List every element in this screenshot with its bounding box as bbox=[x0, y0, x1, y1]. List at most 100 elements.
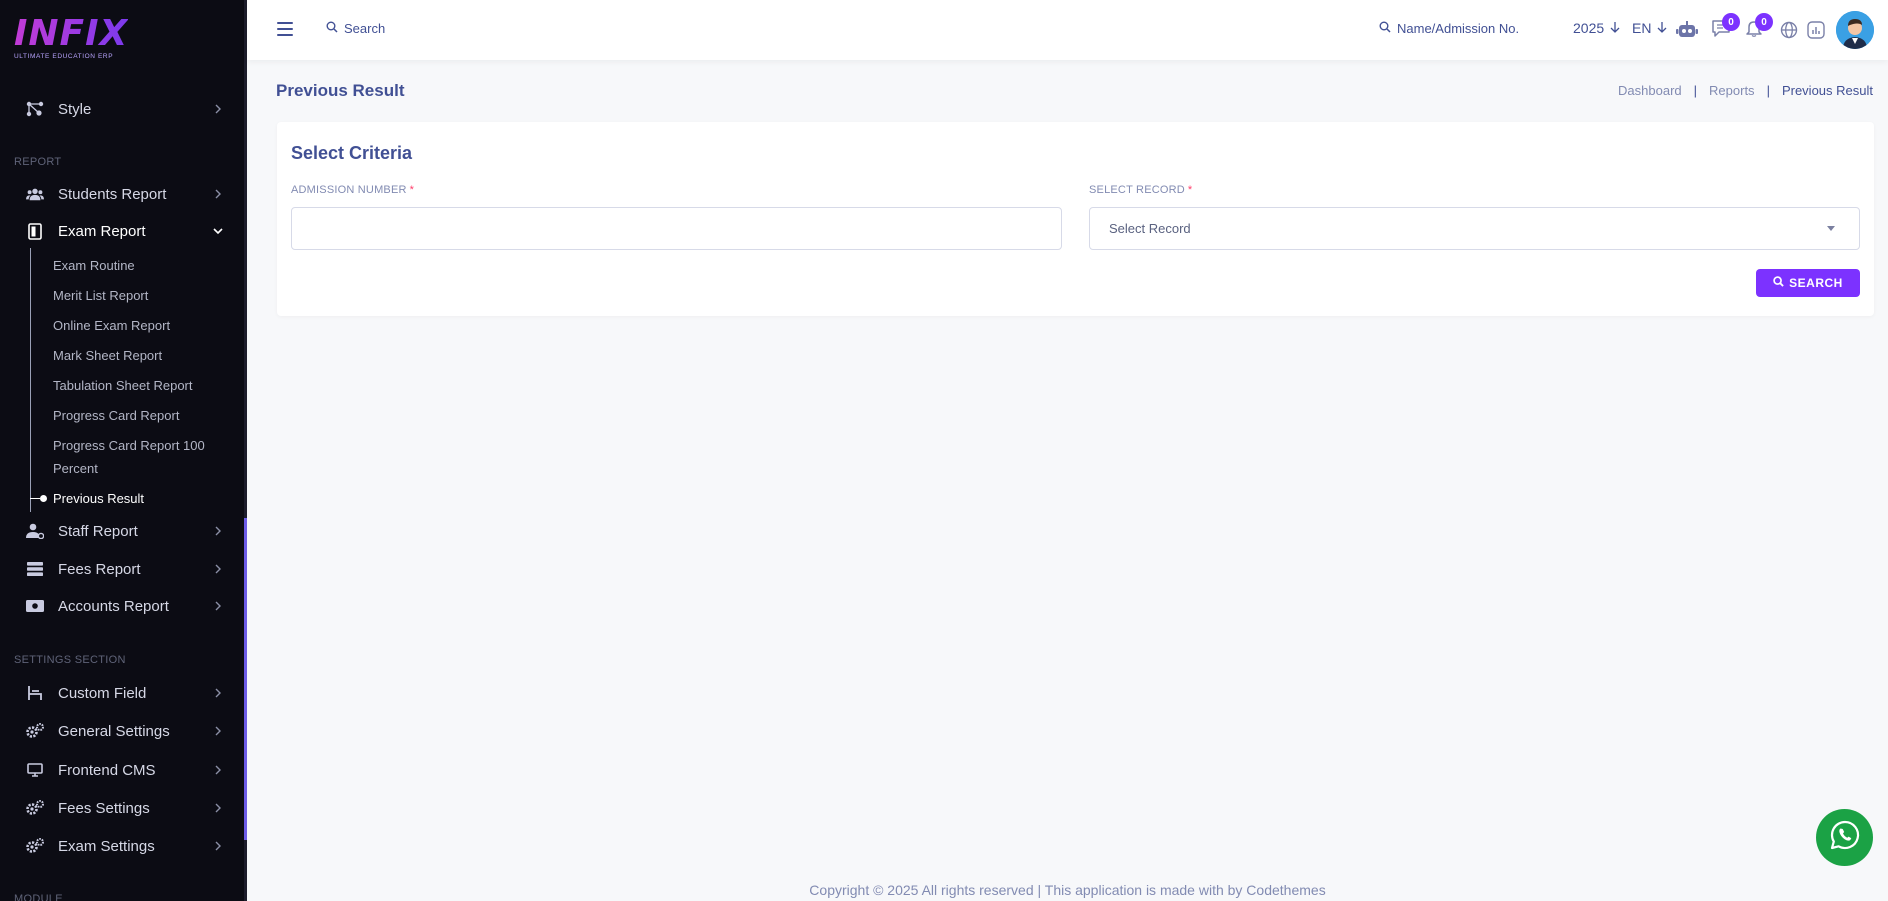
money-icon bbox=[26, 597, 44, 615]
robot-icon[interactable] bbox=[1676, 19, 1698, 41]
student-search[interactable]: Name/Admission No. bbox=[1379, 21, 1519, 36]
select-record-dropdown[interactable]: Select Record bbox=[1089, 207, 1860, 250]
sidebar-item-label: Fees Report bbox=[58, 560, 141, 578]
sidebar-item-label: Staff Report bbox=[58, 522, 138, 540]
sidebar-item-custom-field[interactable]: Custom Field bbox=[0, 678, 244, 708]
desktop-icon bbox=[26, 761, 44, 779]
submenu-item-progress-card-report-100[interactable]: Progress Card Report 100 Percent bbox=[53, 434, 218, 480]
sidebar-item-label: Style bbox=[58, 100, 92, 118]
year-value: 2025 bbox=[1573, 20, 1605, 36]
section-title-module: MODULE bbox=[14, 893, 63, 901]
search-icon bbox=[326, 21, 338, 36]
breadcrumb: Dashboard | Reports | Previous Result bbox=[1618, 83, 1873, 98]
sidebar-item-label: Frontend CMS bbox=[58, 761, 156, 779]
book-icon bbox=[26, 222, 44, 240]
brand-logo[interactable]: INFIX ULTIMATE EDUCATION ERP bbox=[14, 16, 128, 61]
select-record-placeholder: Select Record bbox=[1109, 221, 1191, 236]
sidebar: INFIX ULTIMATE EDUCATION ERP Style REPOR… bbox=[0, 0, 247, 901]
whatsapp-button[interactable] bbox=[1816, 809, 1873, 866]
chevron-right-icon bbox=[212, 687, 224, 699]
sidebar-item-general-settings[interactable]: General Settings bbox=[0, 716, 244, 746]
year-selector[interactable]: 2025 bbox=[1573, 20, 1620, 36]
search-button-label: SEARCH bbox=[1789, 276, 1843, 290]
criteria-card: Select Criteria ADMISSION NUMBER * SELECT… bbox=[277, 122, 1874, 316]
submenu-item-exam-routine[interactable]: Exam Routine bbox=[53, 254, 223, 277]
hamburger-line bbox=[277, 22, 293, 24]
header-search-label: Search bbox=[344, 21, 386, 36]
brand-tagline: ULTIMATE EDUCATION ERP bbox=[14, 53, 114, 60]
submenu-item-progress-card-report[interactable]: Progress Card Report bbox=[53, 404, 223, 427]
breadcrumb-current: Previous Result bbox=[1781, 83, 1873, 98]
student-search-placeholder: Name/Admission No. bbox=[1397, 21, 1520, 36]
chevron-right-icon bbox=[212, 525, 224, 537]
submenu-item-tabulation-sheet-report[interactable]: Tabulation Sheet Report bbox=[53, 374, 223, 397]
breadcrumb-separator: | bbox=[1766, 83, 1770, 98]
user-gear-icon bbox=[26, 522, 44, 540]
sidebar-item-label: Exam Settings bbox=[58, 837, 155, 855]
hamburger-line bbox=[277, 28, 293, 30]
sidebar-scrollbar[interactable] bbox=[244, 518, 247, 840]
section-title-report: REPORT bbox=[14, 156, 62, 168]
sidebar-item-fees-report[interactable]: Fees Report bbox=[0, 554, 244, 584]
chevron-right-icon bbox=[212, 802, 224, 814]
chevron-right-icon bbox=[212, 764, 224, 776]
chart-icon[interactable] bbox=[1805, 19, 1827, 41]
sidebar-item-staff-report[interactable]: Staff Report bbox=[0, 516, 244, 546]
sidebar-item-label: Custom Field bbox=[58, 684, 147, 702]
required-mark: * bbox=[409, 184, 415, 196]
submenu-item-merit-list-report[interactable]: Merit List Report bbox=[53, 284, 223, 307]
chevron-right-icon bbox=[212, 725, 224, 737]
globe-icon[interactable] bbox=[1778, 19, 1800, 41]
chevron-down-icon bbox=[212, 225, 224, 237]
notification-button[interactable]: 0 bbox=[1743, 13, 1773, 41]
required-mark: * bbox=[1187, 184, 1193, 196]
sidebar-item-label: General Settings bbox=[58, 722, 170, 740]
user-avatar[interactable] bbox=[1836, 11, 1874, 49]
caret-down-icon bbox=[1827, 226, 1835, 231]
search-button[interactable]: SEARCH bbox=[1756, 269, 1860, 297]
menu-toggle-button[interactable] bbox=[277, 22, 293, 36]
sidebar-item-fees-settings[interactable]: Fees Settings bbox=[0, 793, 244, 823]
breadcrumb-separator: | bbox=[1693, 83, 1698, 98]
sidebar-item-label: Students Report bbox=[58, 185, 167, 203]
sidebar-item-label: Exam Report bbox=[58, 222, 146, 240]
gears-icon bbox=[26, 837, 44, 855]
sidebar-item-label: Fees Settings bbox=[58, 799, 150, 817]
breadcrumb-dashboard[interactable]: Dashboard bbox=[1618, 83, 1682, 98]
search-icon bbox=[1379, 21, 1391, 36]
header-search[interactable]: Search bbox=[326, 21, 385, 36]
submenu-item-mark-sheet-report[interactable]: Mark Sheet Report bbox=[53, 344, 223, 367]
language-value: EN bbox=[1632, 20, 1652, 36]
notification-badge: 0 bbox=[1755, 13, 1773, 31]
sidebar-item-exam-settings[interactable]: Exam Settings bbox=[0, 831, 244, 861]
top-header: Search Name/Admission No. 2025 EN 0 0 bbox=[247, 0, 1888, 60]
admission-number-label-text: ADMISSION NUMBER bbox=[291, 184, 407, 196]
chevron-right-icon bbox=[212, 600, 224, 612]
breadcrumb-reports[interactable]: Reports bbox=[1709, 83, 1755, 98]
active-bullet-icon bbox=[40, 495, 47, 502]
page-title: Previous Result bbox=[276, 81, 405, 100]
submenu-item-online-exam-report[interactable]: Online Exam Report bbox=[53, 314, 223, 337]
chat-button[interactable]: 0 bbox=[1710, 13, 1740, 41]
chevron-right-icon bbox=[212, 563, 224, 575]
admission-number-input[interactable] bbox=[291, 207, 1062, 250]
chevron-right-icon bbox=[212, 103, 224, 115]
chair-icon bbox=[26, 684, 44, 702]
arrow-down-icon bbox=[1610, 21, 1620, 36]
sidebar-item-students-report[interactable]: Students Report bbox=[0, 179, 244, 209]
style-icon bbox=[26, 100, 44, 118]
sidebar-item-style[interactable]: Style bbox=[0, 94, 244, 124]
sidebar-item-frontend-cms[interactable]: Frontend CMS bbox=[0, 755, 244, 785]
footer-copyright: Copyright © 2025 All rights reserved | T… bbox=[809, 882, 1326, 898]
submenu-tree-branch bbox=[30, 498, 40, 499]
arrow-down-icon bbox=[1657, 21, 1667, 36]
sidebar-item-accounts-report[interactable]: Accounts Report bbox=[0, 591, 244, 621]
criteria-title: Select Criteria bbox=[291, 143, 413, 163]
users-icon bbox=[26, 185, 44, 203]
submenu-item-previous-result[interactable]: Previous Result bbox=[53, 487, 223, 510]
admission-number-label: ADMISSION NUMBER * bbox=[291, 184, 414, 196]
search-icon bbox=[1773, 276, 1784, 290]
language-selector[interactable]: EN bbox=[1632, 20, 1667, 36]
whatsapp-icon bbox=[1829, 819, 1861, 856]
sidebar-item-exam-report[interactable]: Exam Report bbox=[0, 216, 244, 246]
